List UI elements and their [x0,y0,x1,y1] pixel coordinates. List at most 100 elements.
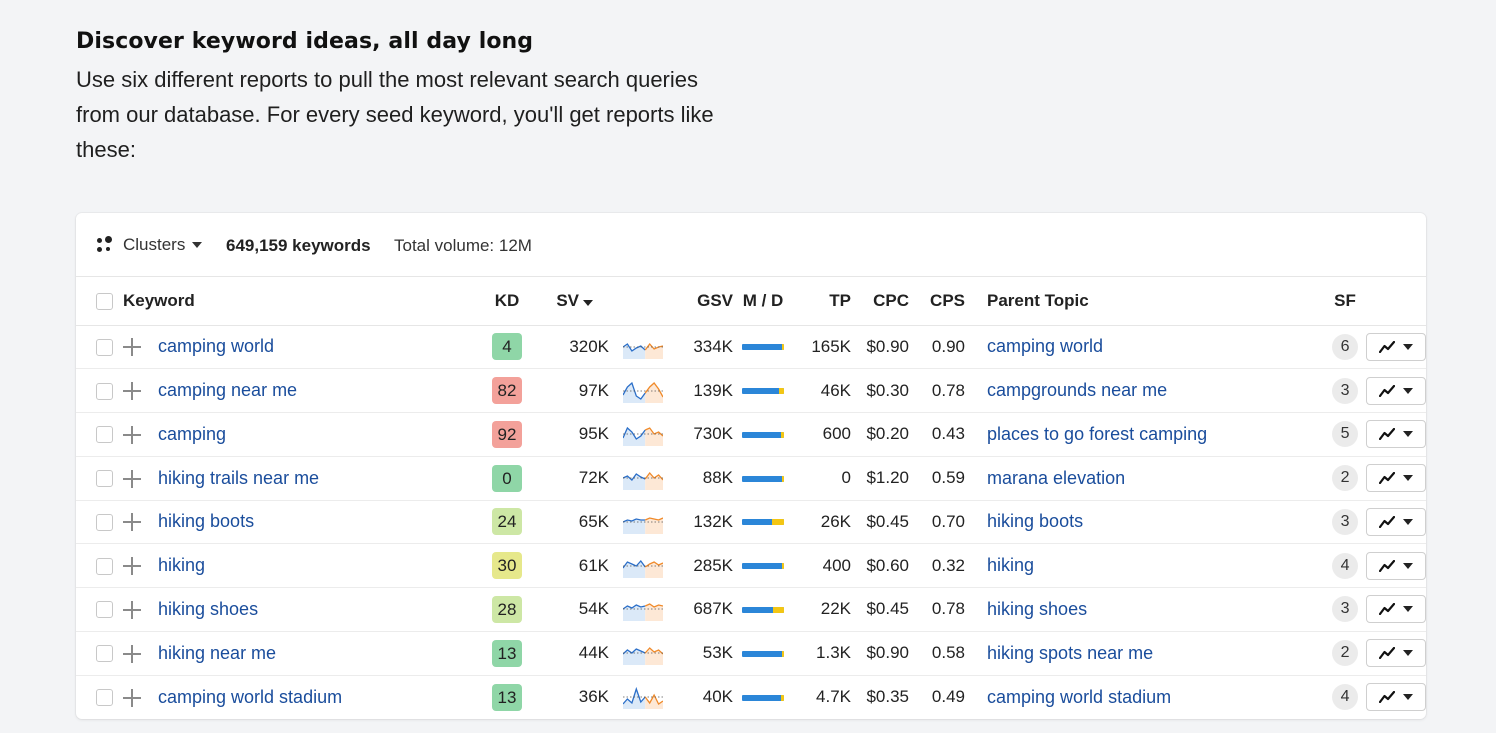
parent-topic-link[interactable]: campgrounds near me [987,380,1167,400]
chevron-down-icon [1403,431,1414,438]
parent-topic-link[interactable]: hiking [987,555,1034,575]
cps-value: 0.49 [931,687,966,707]
md-bar [742,431,785,438]
keyword-link[interactable]: camping world stadium [158,687,342,707]
column-header-gsv[interactable]: GSV [697,291,733,310]
search-volume: 44K [578,643,610,663]
serp-features-count[interactable]: 4 [1332,552,1359,579]
serp-features-count[interactable]: 2 [1332,640,1359,667]
row-checkbox[interactable] [96,426,113,444]
chevron-down-icon [1403,562,1414,569]
add-keyword-icon[interactable] [123,382,141,401]
cpc-value: $0.35 [866,687,910,707]
md-bar-desktop [781,650,785,657]
keyword-link[interactable]: hiking [158,555,205,575]
search-volume: 54K [578,599,610,619]
parent-topic-link[interactable]: hiking boots [987,511,1083,531]
table-row: camping 92 95K 730K 600 $0.20 0.43 places to go… [76,413,1426,457]
add-keyword-icon[interactable] [123,644,141,663]
search-volume: 320K [569,336,610,356]
md-bar [742,519,785,526]
trend-chart-button[interactable] [1366,507,1426,536]
parent-topic-link[interactable]: camping world stadium [987,687,1171,707]
column-header-parent-topic[interactable]: Parent Topic [987,291,1089,310]
table-row: hiking trails near me 0 72K 88K 0 $1.20 0.59 ma… [76,456,1426,500]
add-keyword-icon[interactable] [123,425,141,444]
add-keyword-icon[interactable] [123,513,141,532]
trend-chart-button[interactable] [1366,683,1426,712]
add-keyword-icon[interactable] [123,469,141,488]
cpc-value: $0.90 [866,336,910,356]
row-checkbox[interactable] [96,645,113,663]
trend-chart-button[interactable] [1366,332,1426,361]
parent-topic-link[interactable]: hiking spots near me [987,643,1153,663]
column-header-sf[interactable]: SF [1334,291,1356,310]
parent-topic-link[interactable]: camping world [987,336,1103,356]
column-header-cps[interactable]: CPS [930,291,965,310]
cpc-value: $0.30 [866,380,910,400]
trend-chart-button[interactable] [1366,551,1426,580]
chevron-down-icon [1403,343,1414,350]
keyword-link[interactable]: hiking boots [158,511,254,531]
serp-features-count[interactable]: 3 [1332,377,1359,404]
chevron-down-icon [1403,606,1414,613]
md-bar [742,563,785,570]
trend-chart-button[interactable] [1366,595,1426,624]
table-row: camping world 4 320K 334K 165K $0.90 0.90 campi… [76,325,1426,369]
row-checkbox[interactable] [96,382,113,400]
keyword-link[interactable]: hiking near me [158,643,276,663]
parent-topic-link[interactable]: hiking shoes [987,599,1087,619]
keyword-link[interactable]: hiking trails near me [158,468,319,488]
column-header-md[interactable]: M / D [743,291,784,310]
serp-features-count[interactable]: 3 [1332,508,1359,535]
table-row: camping world stadium 13 36K 40K 4.7K $0.35 0.… [76,675,1426,719]
trend-line-icon [1379,691,1396,704]
table-row: hiking boots 24 65K 132K 26K $0.45 0.70 hiking … [76,500,1426,544]
trend-chart-button[interactable] [1366,639,1426,668]
kd-badge: 92 [492,420,523,448]
cps-value: 0.58 [931,643,966,663]
row-checkbox[interactable] [96,689,113,707]
clusters-dropdown[interactable]: Clusters [96,235,203,255]
chevron-down-icon [1403,650,1414,657]
search-volume: 36K [578,687,610,707]
serp-features-count[interactable]: 3 [1332,596,1359,623]
search-volume: 65K [578,511,610,531]
select-all-checkbox[interactable] [96,292,113,310]
column-header-tp[interactable]: TP [829,291,851,310]
add-keyword-icon[interactable] [123,688,141,707]
column-header-keyword[interactable]: Keyword [123,291,195,310]
serp-features-count[interactable]: 2 [1332,465,1359,492]
trend-chart-button[interactable] [1366,376,1426,405]
chevron-down-icon [1403,387,1414,394]
keyword-link[interactable]: camping world [158,336,274,356]
chevron-down-icon [192,242,203,248]
serp-features-count[interactable]: 6 [1332,333,1359,360]
add-keyword-icon[interactable] [123,557,141,576]
keywords-table: Keyword KD SV GSV M / D TP CPC CPS Paren… [76,277,1426,719]
md-bar-desktop [781,563,785,570]
kd-badge: 28 [492,595,523,623]
chevron-down-icon [1403,694,1414,701]
add-keyword-icon[interactable] [123,600,141,619]
row-checkbox[interactable] [96,601,113,619]
trend-chart-button[interactable] [1366,464,1426,493]
column-header-kd[interactable]: KD [495,291,520,310]
parent-topic-link[interactable]: marana elevation [987,468,1125,488]
row-checkbox[interactable] [96,338,113,356]
trend-line-icon [1379,384,1396,397]
serp-features-count[interactable]: 4 [1332,684,1359,711]
row-checkbox[interactable] [96,557,113,575]
add-keyword-icon[interactable] [123,338,141,357]
keyword-link[interactable]: camping near me [158,380,297,400]
trend-chart-button[interactable] [1366,420,1426,449]
row-checkbox[interactable] [96,513,113,531]
column-header-cpc[interactable]: CPC [873,291,909,310]
parent-topic-link[interactable]: places to go forest camping [987,424,1207,444]
serp-features-count[interactable]: 5 [1332,421,1359,448]
md-bar-desktop [772,519,785,526]
keyword-link[interactable]: camping [158,424,226,444]
row-checkbox[interactable] [96,470,113,488]
keyword-link[interactable]: hiking shoes [158,599,258,619]
column-header-sv[interactable]: SV [556,291,594,310]
